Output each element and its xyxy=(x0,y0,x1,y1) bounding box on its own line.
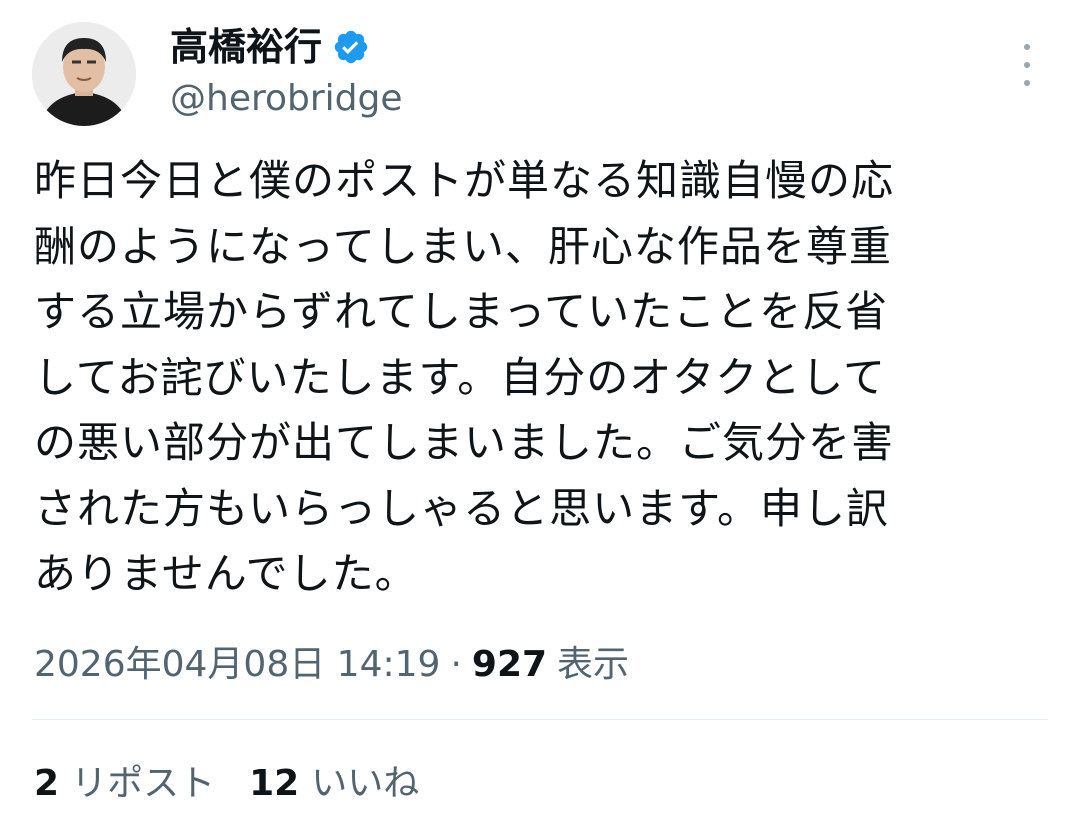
timestamp[interactable]: 2026年04月08日 14:19 xyxy=(34,638,440,692)
avatar[interactable] xyxy=(32,22,136,126)
likes-count: 12 xyxy=(249,763,300,804)
divider xyxy=(32,719,1048,720)
verified-badge-icon xyxy=(332,28,370,66)
reposts-label: リポスト xyxy=(71,763,216,804)
tweet-text: 昨日今日と僕のポストが単なる知識自慢の応 酬のようになってしまい、肝心な作品を尊… xyxy=(34,156,895,598)
likes-label: いいね xyxy=(311,763,420,804)
meta-separator: · xyxy=(450,644,462,685)
user-handle[interactable]: @herobridge xyxy=(170,76,403,122)
engagement-stats: 2 リポスト 12 いいね xyxy=(34,756,453,812)
tweet-meta: 2026年04月08日 14:19 · 927 表示 xyxy=(34,638,629,692)
likes-stat[interactable]: 12 いいね xyxy=(249,756,419,812)
display-name[interactable]: 高橋裕行 xyxy=(170,22,322,72)
avatar-image xyxy=(32,22,136,126)
more-vertical-icon[interactable] xyxy=(1012,44,1042,86)
reposts-stat[interactable]: 2 リポスト xyxy=(34,756,215,812)
more-dot xyxy=(1024,62,1030,68)
reposts-count: 2 xyxy=(34,763,60,804)
more-dot xyxy=(1024,44,1030,50)
views-count: 927 xyxy=(471,644,548,685)
author-name-row[interactable]: 高橋裕行 xyxy=(170,22,370,72)
more-dot xyxy=(1024,80,1030,86)
views-label: 表示 xyxy=(557,644,630,685)
